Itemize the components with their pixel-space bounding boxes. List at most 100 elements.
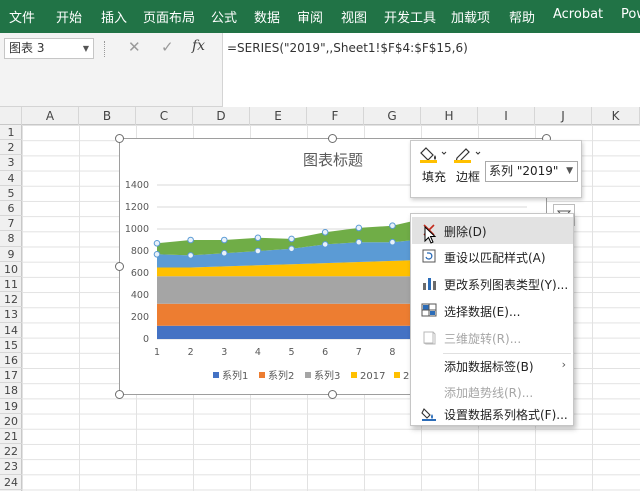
tab-view[interactable]: 视图 [341, 7, 367, 26]
row-header-10[interactable]: 10 [0, 262, 22, 277]
column-header-k[interactable]: K [592, 107, 640, 125]
tab-addins[interactable]: 加载项 [451, 7, 490, 26]
tab-page-layout[interactable]: 页面布局 [143, 7, 195, 26]
row-header-24[interactable]: 24 [0, 475, 22, 490]
menu-item-select-data[interactable]: 选择数据(E)... [412, 297, 573, 324]
selection-point[interactable] [389, 222, 396, 229]
chart-title[interactable]: 图表标题 [303, 151, 363, 169]
row-header-21[interactable]: 21 [0, 429, 22, 445]
selection-point[interactable] [288, 245, 295, 253]
column-header-g[interactable]: G [364, 107, 421, 125]
selection-point[interactable] [288, 235, 295, 243]
tab-insert[interactable]: 插入 [101, 7, 127, 26]
row-header-14[interactable]: 14 [0, 323, 22, 338]
y-tick-label: 1200 [125, 202, 149, 213]
series-select[interactable]: 系列 "2019" ▼ [485, 161, 578, 182]
row-header-15[interactable]: 15 [0, 338, 22, 353]
row-header-11[interactable]: 11 [0, 277, 22, 293]
selection-point[interactable] [254, 247, 262, 255]
selection-point[interactable] [254, 234, 262, 242]
row-header-20[interactable]: 20 [0, 414, 22, 429]
name-box[interactable]: 图表 3 ▼ [4, 38, 94, 59]
column-header-d[interactable]: D [193, 107, 250, 125]
column-header-h[interactable]: H [421, 107, 478, 125]
tab-data[interactable]: 数据 [254, 7, 280, 26]
row-header-17[interactable]: 17 [0, 368, 22, 384]
mouse-cursor-icon [424, 226, 437, 244]
tab-home[interactable]: 开始 [56, 7, 82, 26]
row-header-9[interactable]: 9 [0, 247, 22, 262]
legend-swatch [259, 372, 265, 378]
row-header-23[interactable]: 23 [0, 459, 22, 475]
column-header-j[interactable]: J [535, 107, 592, 125]
column-header-f[interactable]: F [307, 107, 364, 125]
tab-developer[interactable]: 开发工具 [384, 7, 436, 26]
chevron-down-icon[interactable]: ▼ [83, 39, 89, 58]
selection-point[interactable] [153, 240, 161, 247]
column-header-a[interactable]: A [22, 107, 79, 125]
tab-help[interactable]: 帮助 [509, 7, 535, 26]
format-mini-toolbar: 填充 边框 系列 "2019" ▼ [410, 140, 582, 198]
row-header-7[interactable]: 7 [0, 216, 22, 232]
tab-power[interactable]: Pow [621, 7, 640, 22]
row-header-22[interactable]: 22 [0, 444, 22, 460]
chart-resize-handle[interactable] [328, 134, 337, 143]
menu-item-format-series[interactable]: 设置数据系列格式(F)... [412, 400, 573, 427]
selection-point[interactable] [187, 236, 194, 244]
legend-label: 系列1 [222, 369, 248, 382]
column-header-c[interactable]: C [136, 107, 193, 125]
column-header-b[interactable]: B [79, 107, 136, 125]
insert-function-button[interactable]: fx [192, 38, 205, 54]
chart-resize-handle[interactable] [115, 262, 124, 271]
chevron-down-icon[interactable]: ▼ [566, 162, 573, 181]
row-header-1[interactable]: 1 [0, 125, 22, 141]
selection-point[interactable] [220, 236, 228, 244]
tab-formulas[interactable]: 公式 [211, 7, 237, 26]
chart-resize-handle[interactable] [115, 134, 124, 143]
cancel-icon[interactable]: ✕ [128, 38, 141, 56]
selection-point[interactable] [355, 224, 363, 232]
row-header-2[interactable]: 2 [0, 140, 22, 156]
selection-point[interactable] [321, 241, 329, 248]
menu-item-change-chart-type[interactable]: 更改系列图表类型(Y)... [412, 270, 573, 297]
row-header-18[interactable]: 18 [0, 383, 22, 399]
row-header-6[interactable]: 6 [0, 201, 22, 217]
column-header-e[interactable]: E [250, 107, 307, 125]
selection-point[interactable] [153, 251, 161, 258]
y-tick-label: 1400 [125, 180, 149, 191]
y-tick-label: 1000 [125, 224, 149, 235]
select-all-corner[interactable] [0, 107, 22, 125]
menu-item-label: 设置数据系列格式(F)... [444, 408, 568, 422]
row-header-19[interactable]: 19 [0, 399, 22, 414]
row-header-4[interactable]: 4 [0, 171, 22, 186]
y-tick-label: 800 [131, 246, 149, 257]
selection-point[interactable] [389, 238, 396, 246]
selection-point[interactable] [355, 238, 363, 246]
fill-label: 填充 [421, 170, 446, 184]
selection-point[interactable] [220, 249, 228, 257]
column-header-i[interactable]: I [478, 107, 535, 125]
x-tick-label: 4 [255, 347, 261, 358]
chart-resize-handle[interactable] [328, 390, 337, 399]
menu-item-reset-style[interactable]: 重设以匹配样式(A) [412, 243, 573, 270]
row-header-16[interactable]: 16 [0, 353, 22, 369]
formula-input[interactable]: =SERIES("2019",,Sheet1!$F$4:$F$15,6) [222, 33, 640, 107]
chart-legend[interactable]: 系列1系列2系列32017201 [213, 369, 422, 382]
tab-file[interactable]: 文件 [9, 7, 35, 26]
row-header-13[interactable]: 13 [0, 307, 22, 323]
tab-review[interactable]: 审阅 [297, 7, 323, 26]
outline-button[interactable]: 边框 [451, 145, 485, 185]
chart-resize-handle[interactable] [115, 390, 124, 399]
selection-point[interactable] [321, 229, 329, 236]
menu-item-add-data-labels[interactable]: 添加数据标签(B) › [412, 352, 573, 379]
enter-icon[interactable]: ✓ [161, 38, 174, 56]
fill-button[interactable]: 填充 [417, 145, 451, 185]
row-header-8[interactable]: 8 [0, 231, 22, 247]
row-header-3[interactable]: 3 [0, 155, 22, 171]
row-header-12[interactable]: 12 [0, 292, 22, 308]
selection-point[interactable] [187, 252, 194, 259]
legend-swatch [351, 372, 357, 378]
menu-item-label: 添加数据标签(B) [444, 360, 534, 374]
tab-acrobat[interactable]: Acrobat [553, 7, 603, 22]
row-header-5[interactable]: 5 [0, 186, 22, 201]
